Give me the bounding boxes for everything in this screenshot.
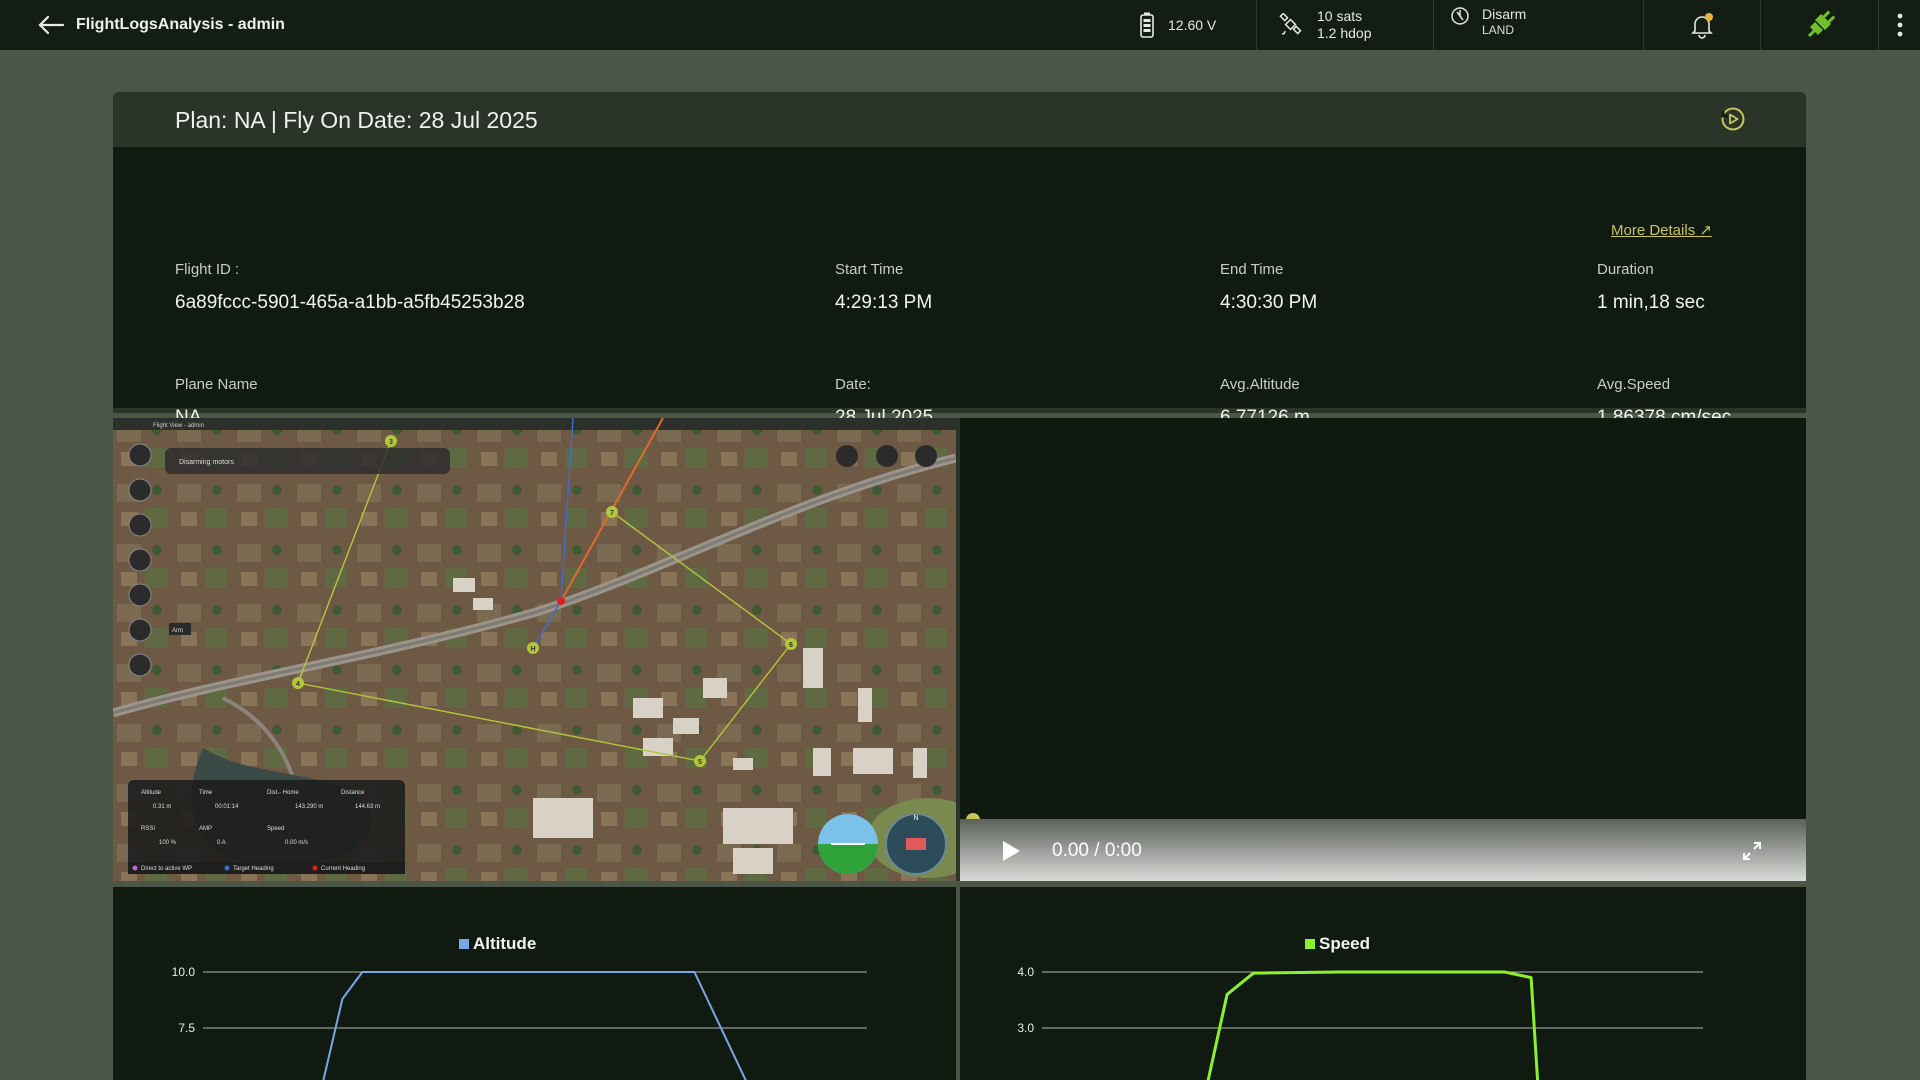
plane-name-label: Plane Name [175, 376, 258, 393]
y-tick-label: 10.0 [172, 965, 196, 979]
y-tick-label: 7.5 [178, 1021, 195, 1035]
play-icon[interactable] [1000, 839, 1022, 863]
svg-text:Flight View - admin: Flight View - admin [153, 423, 204, 429]
battery-voltage: 12.60 V [1168, 16, 1217, 33]
connection-button[interactable] [1760, 0, 1878, 50]
legend-target-heading: Target Heading [233, 866, 274, 872]
y-tick-label: 4.0 [1017, 965, 1034, 979]
battery-icon [1140, 12, 1154, 38]
altitude-chart: Altitude 10.0 7.5 [172, 934, 867, 1080]
waypoint-label: 4 [296, 681, 300, 688]
video-controls: 0.00 / 0:00 [960, 819, 1806, 881]
replay-icon[interactable] [1720, 106, 1746, 132]
avg-speed-label: Avg.Speed [1597, 376, 1671, 393]
altitude-chart-panel: Altitude 10.0 7.5 [113, 887, 956, 1080]
date-label: Date: [835, 376, 871, 393]
plug-connected-icon [1807, 10, 1835, 38]
video-player[interactable]: 0.00 / 0:00 [960, 418, 1806, 881]
hud-value: 0.00 m/s [285, 840, 308, 846]
home-label: H [530, 646, 535, 653]
end-time-value: 4:30:30 PM [1220, 292, 1318, 313]
series-line-speed [1206, 970, 1540, 1080]
map-toast: Disarming motors [179, 459, 234, 466]
more-details-link[interactable]: More Details ↗ [1611, 221, 1712, 239]
legend-swatch [1305, 939, 1315, 949]
chart-title: Speed [1319, 934, 1370, 953]
disarm-icon [1451, 7, 1469, 25]
notifications-button[interactable] [1643, 0, 1760, 50]
avg-altitude-label: Avg.Altitude [1220, 376, 1300, 393]
battery-status: 12.60 V [1140, 0, 1256, 50]
y-tick-label: 3.0 [1017, 1021, 1034, 1035]
hud-value: 143.290 m [295, 804, 323, 810]
hud-label: Time [199, 790, 213, 796]
waypoint-label: 6 [789, 642, 793, 649]
duration-label: Duration [1597, 261, 1654, 278]
compass-icon: N [885, 813, 947, 875]
flight-id-value: 6a89fccc-5901-465a-a1bb-a5fb45253b28 [175, 292, 525, 313]
hud-label: Dist.- Home [267, 790, 299, 796]
hud-value: 00:01:14 [215, 804, 239, 810]
svg-text:N: N [913, 815, 918, 822]
flight-map-snapshot[interactable]: Flight View - admin 3 7 H 6 4 5 Disarmin… [113, 418, 956, 881]
hud-label: RSSI [141, 826, 155, 832]
legend-direct-wp: Direct to active WP [141, 866, 192, 872]
more-details-label: More Details [1611, 222, 1696, 239]
start-time-label: Start Time [835, 261, 904, 278]
legend-current-heading: Current Heading [321, 866, 365, 872]
card-header: Plan: NA | Fly On Date: 28 Jul 2025 [113, 92, 1806, 147]
hud-label: Altitude [141, 790, 162, 796]
speed-chart-panel: Speed 4.0 3.0 [960, 887, 1806, 1080]
satellite-map-image: Flight View - admin 3 7 H 6 4 5 Disarmin… [113, 418, 956, 881]
legend-swatch [459, 939, 469, 949]
map-tool-icons[interactable] [836, 445, 937, 467]
hud-label: Speed [267, 826, 284, 832]
hud-label: Distance [341, 790, 365, 796]
hud-value: 0 A [217, 840, 226, 846]
attitude-indicator [818, 814, 878, 874]
duration-value: 1 min,18 sec [1597, 292, 1705, 313]
bell-icon [1691, 13, 1713, 39]
arm-label: Arm [172, 628, 183, 634]
arm-state: Disarm [1482, 6, 1527, 22]
flight-details: More Details ↗ Flight ID : 6a89fccc-5901… [113, 147, 1806, 428]
flight-summary-card: Plan: NA | Fly On Date: 28 Jul 2025 More… [113, 92, 1806, 428]
gps-status: 10 sats 1.2 hdop [1256, 0, 1433, 50]
video-time: 0.00 / 0:00 [1052, 840, 1142, 861]
fullscreen-icon[interactable] [1742, 841, 1762, 861]
plan-title: Plan: NA | Fly On Date: 28 Jul 2025 [175, 107, 538, 133]
more-menu-button[interactable] [1878, 0, 1920, 50]
gps-hdop: 1.2 hdop [1317, 25, 1372, 41]
hud-label: AMP [199, 826, 212, 832]
start-time-value: 4:29:13 PM [835, 292, 933, 313]
waypoint-label: 5 [698, 759, 702, 766]
hud-value: 144.63 m [355, 804, 380, 810]
flight-mode: LAND [1482, 23, 1515, 37]
back-arrow-icon[interactable] [36, 13, 66, 37]
series-line-altitude [322, 971, 747, 1080]
flight-id-label: Flight ID : [175, 261, 240, 278]
waypoint-label: 7 [610, 510, 614, 517]
media-row: Flight View - admin 3 7 H 6 4 5 Disarmin… [113, 418, 1806, 881]
hud-value: 0.31 m [153, 804, 171, 810]
chart-title: Altitude [473, 934, 536, 953]
speed-chart: Speed 4.0 3.0 [1017, 934, 1703, 1080]
arm-status[interactable]: Disarm LAND [1433, 0, 1643, 50]
external-link-icon: ↗ [1699, 222, 1712, 239]
end-time-label: End Time [1220, 261, 1284, 278]
hud-value: 100 % [159, 840, 177, 846]
app-title: FlightLogsAnalysis - admin [76, 16, 285, 33]
kebab-menu-icon [1897, 13, 1902, 37]
gps-sats: 10 sats [1317, 8, 1363, 24]
waypoint-label: 3 [389, 439, 393, 446]
satellite-icon [1279, 13, 1302, 35]
top-bar: FlightLogsAnalysis - admin 12.60 V 10 sa… [0, 0, 1920, 50]
